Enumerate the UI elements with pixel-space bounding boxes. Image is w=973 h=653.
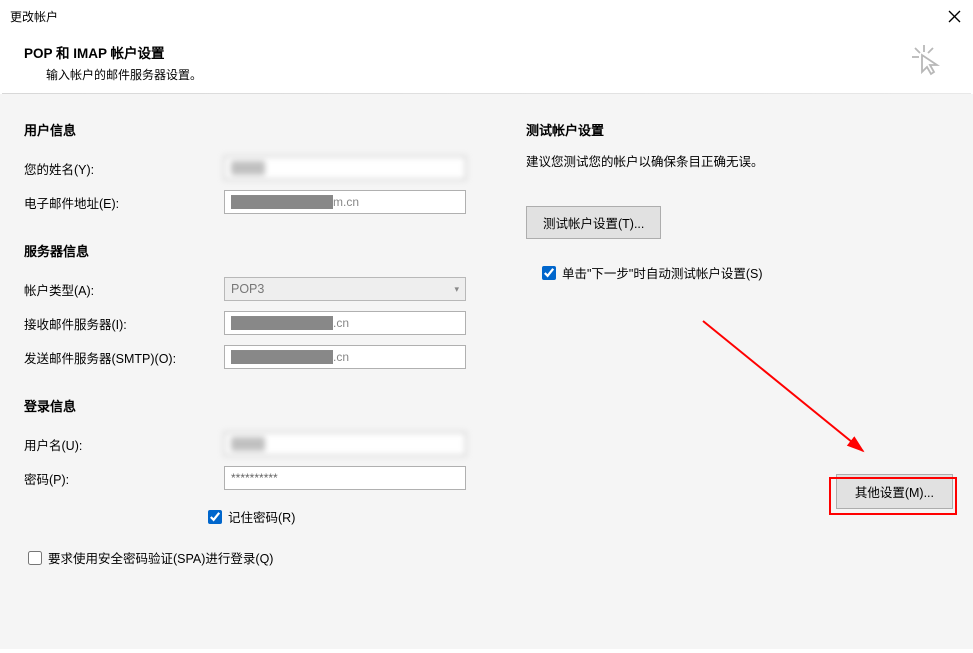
password-input[interactable] xyxy=(224,466,466,490)
header-title: POP 和 IMAP 帐户设置 xyxy=(24,42,202,62)
chevron-down-icon: ▾ xyxy=(454,284,459,295)
incoming-label: 接收邮件服务器(I): xyxy=(24,314,224,333)
auto-test-row[interactable]: 单击"下一步"时自动测试帐户设置(S) xyxy=(542,263,949,282)
auto-test-label: 单击"下一步"时自动测试帐户设置(S) xyxy=(562,263,763,282)
account-type-select: POP3 ▾ xyxy=(224,277,466,301)
username-input[interactable] xyxy=(224,432,466,456)
account-type-value: POP3 xyxy=(231,282,264,296)
auto-test-checkbox[interactable] xyxy=(542,266,556,280)
spa-label: 要求使用安全密码验证(SPA)进行登录(Q) xyxy=(48,548,273,567)
outgoing-input[interactable] xyxy=(224,345,466,369)
test-settings-title: 测试帐户设置 xyxy=(526,120,949,139)
window-title: 更改帐户 xyxy=(10,8,58,25)
email-input[interactable] xyxy=(224,190,466,214)
outgoing-label: 发送邮件服务器(SMTP)(O): xyxy=(24,348,224,367)
remember-password-row[interactable]: 记住密码(R) xyxy=(208,507,504,526)
incoming-input[interactable] xyxy=(224,311,466,335)
remember-password-label: 记住密码(R) xyxy=(228,507,295,526)
spa-row[interactable]: 要求使用安全密码验证(SPA)进行登录(Q) xyxy=(28,548,504,567)
login-info-title: 登录信息 xyxy=(24,396,504,415)
cursor-click-icon xyxy=(909,42,943,76)
other-settings-button[interactable]: 其他设置(M)... xyxy=(836,474,953,509)
username-label: 用户名(U): xyxy=(24,435,224,454)
test-settings-desc: 建议您测试您的帐户以确保条目正确无误。 xyxy=(526,151,949,170)
spa-checkbox[interactable] xyxy=(28,551,42,565)
your-name-input[interactable] xyxy=(224,156,466,180)
close-icon[interactable] xyxy=(945,7,963,25)
account-type-label: 帐户类型(A): xyxy=(24,280,224,299)
email-label: 电子邮件地址(E): xyxy=(24,193,224,212)
password-label: 密码(P): xyxy=(24,469,224,488)
header-subtitle: 输入帐户的邮件服务器设置。 xyxy=(46,66,202,83)
remember-password-checkbox[interactable] xyxy=(208,510,222,524)
user-info-title: 用户信息 xyxy=(24,120,504,139)
test-account-button[interactable]: 测试帐户设置(T)... xyxy=(526,206,661,239)
server-info-title: 服务器信息 xyxy=(24,241,504,260)
footer-area xyxy=(0,601,973,649)
your-name-label: 您的姓名(Y): xyxy=(24,159,224,178)
